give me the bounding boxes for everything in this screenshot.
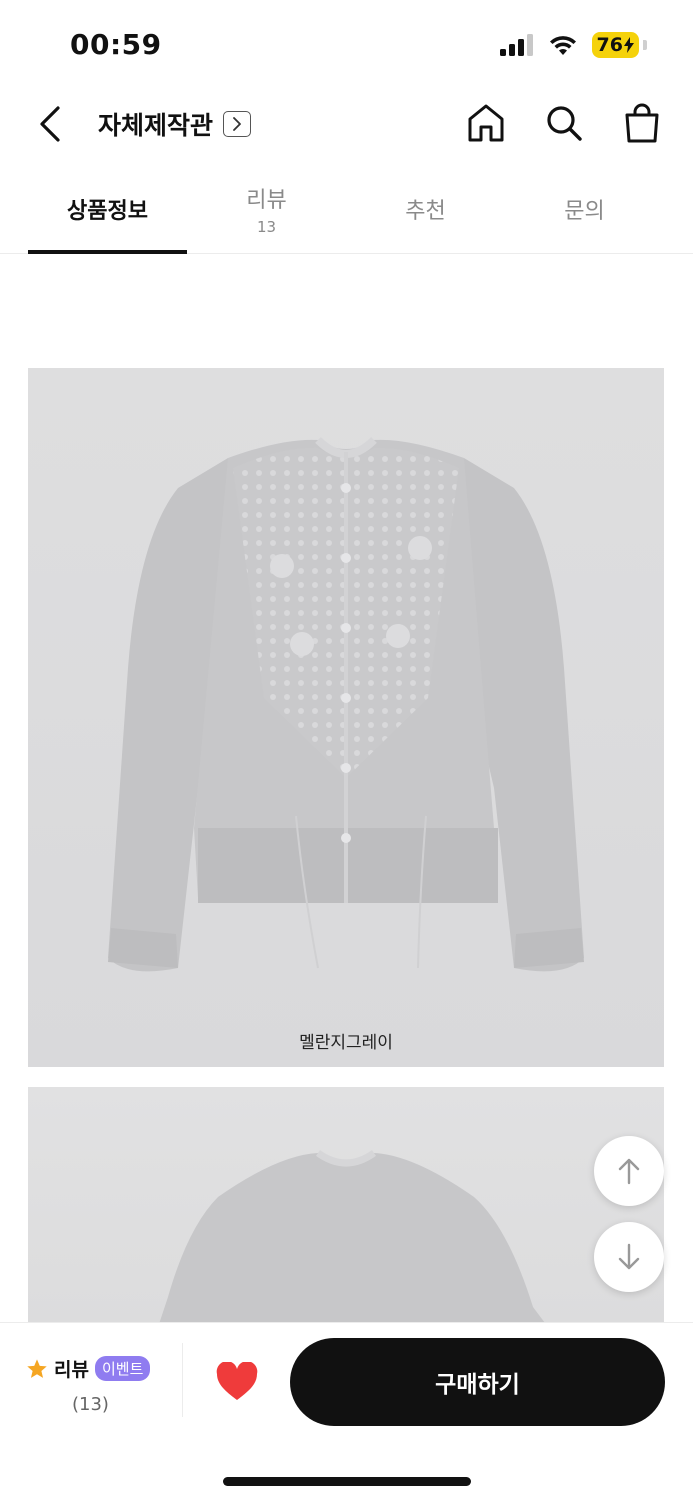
charging-icon	[624, 37, 634, 53]
tab-review-count: 13	[256, 217, 277, 236]
wifi-icon	[549, 36, 576, 55]
cardigan-illustration	[108, 437, 584, 972]
cardigan-illustration	[158, 1150, 548, 1327]
bottom-purchase-bar: 리뷰 이벤트 (13) 구매하기	[0, 1322, 693, 1500]
home-icon	[468, 104, 504, 142]
tab-label: 문의	[564, 198, 605, 224]
product-tabs: 상품정보 리뷰 13 추천 문의	[0, 176, 693, 254]
review-row: 리뷰 이벤트	[26, 1355, 182, 1382]
tab-label: 리뷰	[246, 187, 287, 213]
store-link[interactable]: 자체제작관	[98, 106, 252, 142]
arrow-down-icon	[618, 1243, 640, 1270]
tab-recommend[interactable]: 추천	[346, 176, 505, 253]
header-actions	[465, 100, 663, 146]
product-image-second	[28, 1087, 664, 1327]
battery-indicator: 76	[591, 32, 639, 58]
review-count: (13)	[72, 1394, 109, 1415]
search-button[interactable]	[543, 100, 585, 146]
cart-button[interactable]	[621, 100, 663, 146]
status-time: 00:59	[70, 28, 162, 61]
home-indicator	[223, 1477, 471, 1486]
search-icon	[547, 106, 582, 141]
arrow-up-icon	[618, 1158, 640, 1185]
event-badge: 이벤트	[94, 1356, 151, 1381]
shopping-bag-icon	[625, 103, 659, 143]
signal-icon	[499, 34, 533, 56]
product-image-front: 멜란지그레이	[28, 368, 664, 1067]
tab-product-info[interactable]: 상품정보	[28, 176, 187, 254]
tab-label: 상품정보	[67, 198, 148, 224]
review-summary[interactable]: 리뷰 이벤트 (13)	[26, 1355, 182, 1415]
chevron-right-icon	[223, 111, 252, 137]
battery-nub	[643, 40, 647, 50]
product-color-caption: 멜란지그레이	[299, 1033, 393, 1053]
status-icons: 76	[499, 32, 647, 58]
status-bar: 00:59 76	[0, 0, 693, 90]
divider	[182, 1343, 183, 1417]
review-label: 리뷰	[54, 1359, 89, 1381]
battery-level: 76	[596, 34, 623, 56]
tab-label: 추천	[405, 198, 446, 224]
tab-inquiry[interactable]: 문의	[505, 176, 664, 253]
scroll-bottom-button[interactable]	[594, 1222, 664, 1292]
back-button[interactable]	[30, 102, 70, 146]
page-title: 자체제작관	[98, 111, 214, 140]
buy-button[interactable]: 구매하기	[290, 1338, 665, 1426]
star-icon	[27, 1358, 47, 1378]
scroll-top-button[interactable]	[594, 1136, 664, 1206]
top-navigation: 자체제작관	[0, 90, 693, 160]
home-button[interactable]	[465, 100, 507, 146]
tab-reviews[interactable]: 리뷰 13	[187, 176, 346, 253]
heart-icon	[216, 1362, 258, 1400]
chevron-left-icon	[40, 106, 60, 142]
like-button[interactable]	[212, 1359, 262, 1405]
